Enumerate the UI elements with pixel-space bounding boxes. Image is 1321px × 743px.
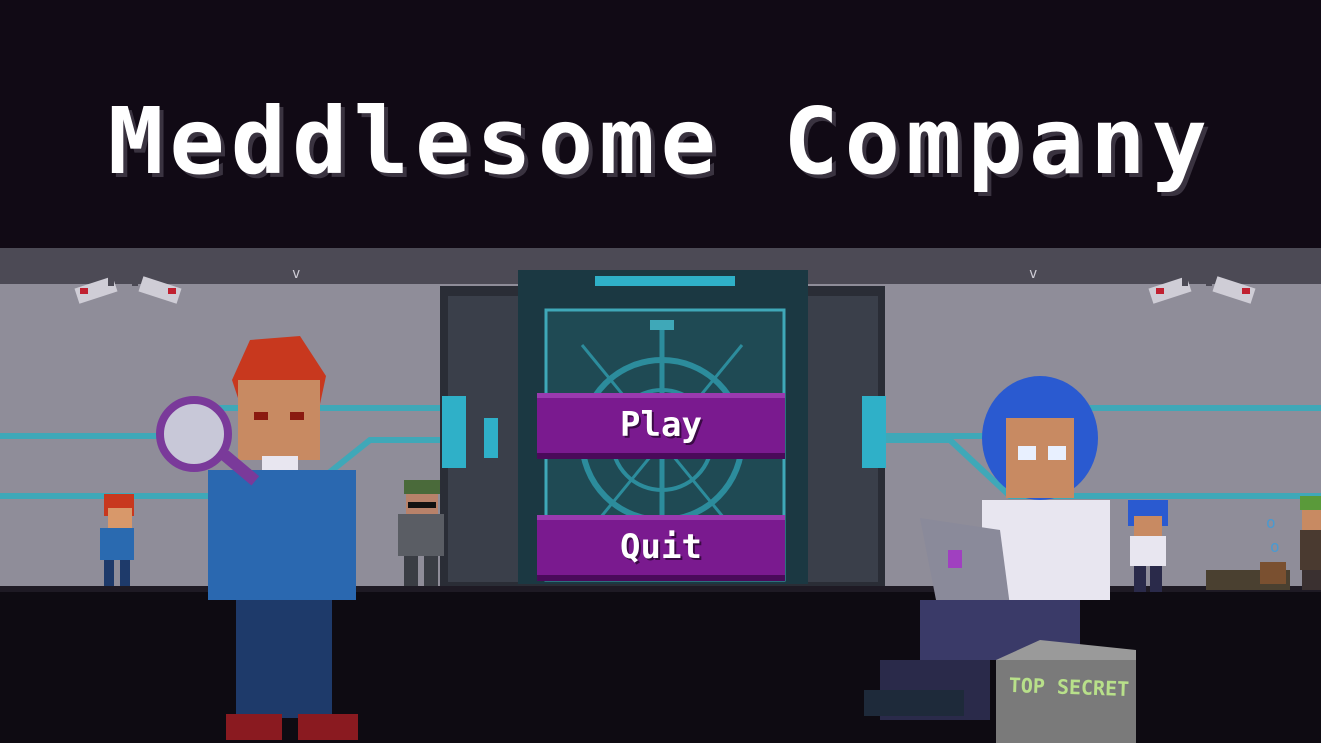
svg-text:o: o	[1266, 513, 1276, 532]
svg-text:v: v	[1029, 266, 1037, 282]
play-button-label: Play	[620, 405, 702, 445]
edge-character	[1300, 496, 1321, 590]
game-title: Meddlesome Company	[108, 88, 1213, 195]
quit-button[interactable]: Quit	[537, 515, 785, 581]
svg-text:o: o	[1270, 537, 1280, 556]
quit-button-label: Quit	[620, 527, 702, 567]
game-title-screen: v v o o Meddlesome Company Play Quit TOP…	[0, 0, 1321, 743]
play-button[interactable]: Play	[537, 393, 785, 459]
crate-label: TOP SECRET	[1008, 672, 1130, 702]
svg-text:v: v	[292, 266, 300, 282]
